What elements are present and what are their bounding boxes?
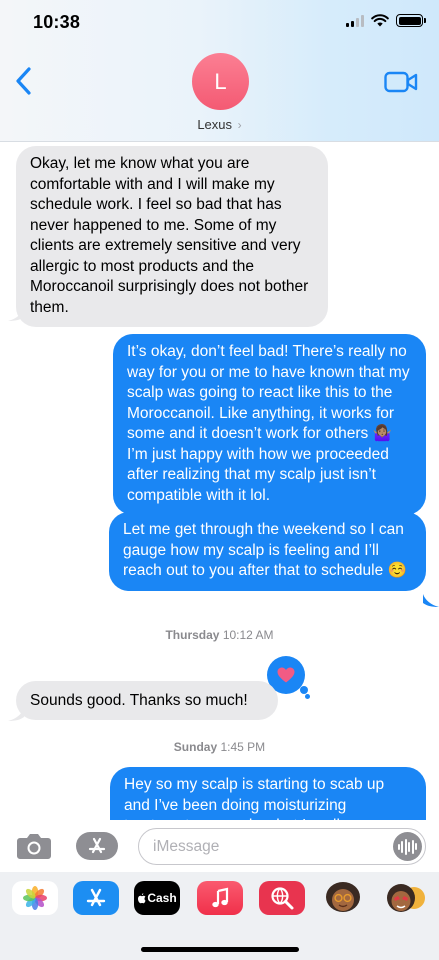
back-chevron-icon[interactable] xyxy=(14,66,34,96)
imessage-input[interactable]: iMessage xyxy=(138,828,426,865)
message-text: Okay, let me know what you are comfortab… xyxy=(30,155,309,316)
wifi-icon xyxy=(371,14,389,27)
message-text: Hey so my scalp is starting to scab up a… xyxy=(124,776,385,820)
message-text: It’s okay, don’t feel bad! There’s reall… xyxy=(127,343,410,504)
cellular-signal-icon xyxy=(346,14,364,27)
home-indicator[interactable] xyxy=(141,947,299,952)
message-input-bar: iMessage xyxy=(0,820,439,872)
incoming-message-bubble[interactable]: Sounds good. Thanks so much! xyxy=(16,681,278,720)
memoji-stickers-app-icon[interactable] xyxy=(320,881,366,915)
audio-message-icon[interactable] xyxy=(393,832,422,861)
apple-logo-icon xyxy=(138,892,146,903)
globe-search-icon xyxy=(271,887,294,910)
bubble-tail xyxy=(423,594,439,607)
message-text: Let me get through the weekend so I can … xyxy=(123,521,407,579)
app-store-app-icon[interactable] xyxy=(73,881,119,915)
heart-icon xyxy=(277,667,295,683)
tapback-tail-dot xyxy=(305,694,310,699)
timestamp-day: Sunday xyxy=(173,740,218,754)
apple-cash-label: Cash xyxy=(147,891,177,905)
music-note-icon xyxy=(212,887,229,908)
incoming-message-bubble[interactable]: Okay, let me know what you are comfortab… xyxy=(16,146,328,327)
animoji-app-icon[interactable] xyxy=(383,881,429,915)
outgoing-message-bubble[interactable]: Hey so my scalp is starting to scab up a… xyxy=(110,767,426,820)
memoji-face-icon xyxy=(326,882,360,912)
outgoing-message-bubble[interactable]: Let me get through the weekend so I can … xyxy=(109,512,426,591)
message-thread[interactable]: Okay, let me know what you are comfortab… xyxy=(0,142,439,820)
timestamp-time: 10:12 AM xyxy=(222,628,274,642)
bubble-tail xyxy=(8,708,24,721)
app-store-icon xyxy=(88,837,106,854)
status-icons xyxy=(346,14,426,27)
camera-icon[interactable] xyxy=(16,832,52,860)
avatar-initial: L xyxy=(214,68,227,94)
apple-cash-app-icon[interactable]: Cash xyxy=(134,881,180,915)
app-store-glyph-icon xyxy=(86,888,106,907)
music-app-icon[interactable] xyxy=(197,881,243,915)
photos-app-icon[interactable] xyxy=(12,881,58,915)
battery-icon xyxy=(396,14,426,27)
timestamp-divider: Thursday 10:12 AM xyxy=(0,628,439,642)
contact-chevron-icon: › xyxy=(237,118,242,132)
timestamp-time: 1:45 PM xyxy=(220,740,266,754)
contact-name: Lexus xyxy=(197,117,233,132)
photos-flower-icon xyxy=(23,886,47,910)
contact-avatar[interactable]: L xyxy=(192,53,249,110)
tapback-tail-dot xyxy=(300,686,308,694)
message-text: Sounds good. Thanks so much! xyxy=(30,692,248,709)
timestamp-day: Thursday xyxy=(165,628,220,642)
outgoing-message-bubble[interactable]: It’s okay, don’t feel bad! There’s reall… xyxy=(113,334,426,515)
bubble-tail xyxy=(8,308,24,321)
app-store-drawer-button[interactable] xyxy=(76,832,118,860)
facetime-video-icon[interactable] xyxy=(384,71,418,93)
animoji-faces-icon xyxy=(387,884,425,912)
timestamp-divider: Sunday 1:45 PM xyxy=(0,740,439,754)
conversation-header: 10:38 L Lexus › xyxy=(0,0,439,142)
status-time: 10:38 xyxy=(33,12,81,32)
image-search-app-icon[interactable] xyxy=(259,881,305,915)
input-placeholder: iMessage xyxy=(153,838,220,855)
contact-name-button[interactable]: Lexus › xyxy=(0,117,439,132)
